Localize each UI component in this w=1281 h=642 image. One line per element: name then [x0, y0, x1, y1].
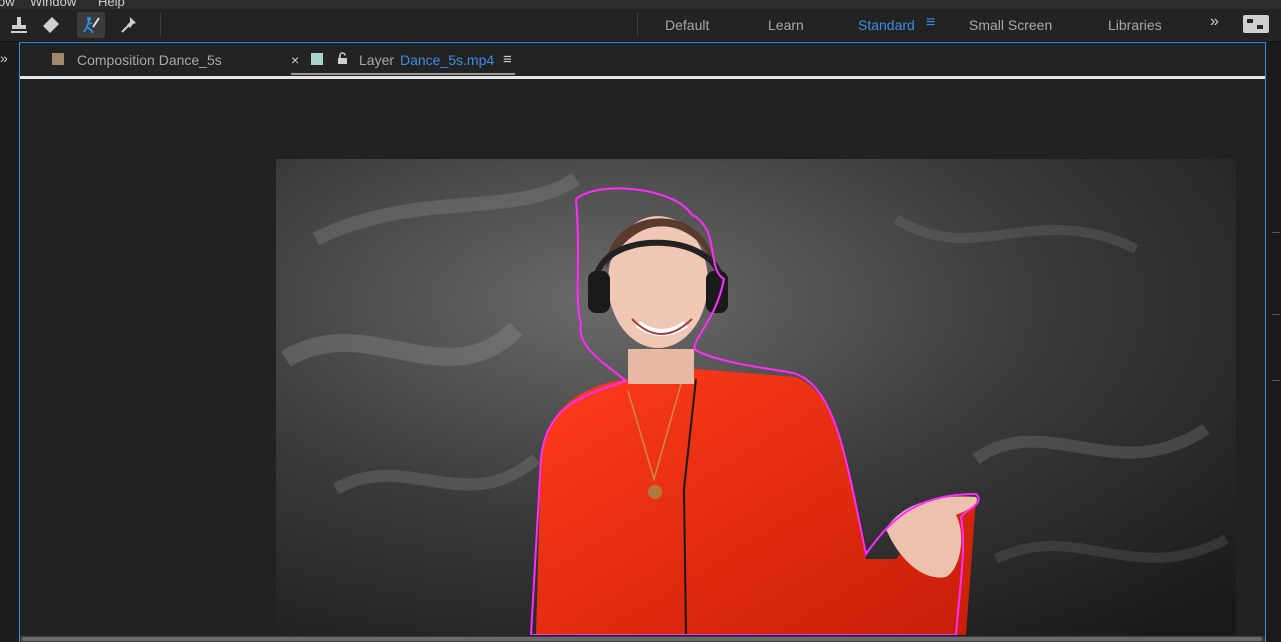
tab-layer-prefix: Layer [359, 52, 395, 68]
layer-viewer[interactable] [20, 80, 1265, 636]
workspace-standard[interactable]: Standard [858, 17, 915, 33]
tab-menu-icon[interactable]: ≡ [503, 51, 512, 68]
workspace-overflow-icon[interactable]: » [1210, 13, 1219, 31]
workspace-separator [637, 13, 638, 37]
puppet-pin-tool-icon [121, 17, 136, 33]
menu-item-help[interactable]: Help [98, 0, 125, 9]
right-panel-edge [1268, 42, 1281, 642]
composition-color-swatch [52, 53, 64, 65]
toolbar-separator [160, 13, 161, 37]
viewer-scrollbar-thumb[interactable] [22, 637, 1262, 641]
eraser-tool-button[interactable] [37, 12, 65, 38]
tab-composition[interactable]: Composition Dance_5s [77, 52, 222, 68]
panel-tabs: Composition Dance_5s × Layer Dance_5s.mp… [20, 43, 1265, 77]
tab-bar-divider [20, 76, 1265, 79]
menu-item-window[interactable]: Window [30, 0, 76, 9]
tools-toolbar: Default Learn Standard ≡ Small Screen Li… [0, 9, 1281, 42]
workspace-menu-icon[interactable]: ≡ [926, 14, 935, 32]
video-frame[interactable] [276, 159, 1236, 635]
clone-stamp-tool-icon [11, 17, 27, 33]
menu-item-window-cropped[interactable]: ow [0, 0, 15, 9]
workspace-default[interactable]: Default [665, 17, 709, 33]
workspace-learn[interactable]: Learn [768, 17, 804, 33]
workspace-libraries[interactable]: Libraries [1108, 17, 1162, 33]
workspace-panel-icon[interactable] [1243, 15, 1269, 33]
video-frame-image [276, 159, 1236, 635]
menu-bar: ow Window Help [0, 0, 1281, 9]
active-tab-indicator [291, 73, 515, 75]
roto-brush-tool-icon [83, 17, 100, 34]
lock-icon[interactable] [337, 52, 348, 68]
puppet-pin-tool-button[interactable] [115, 12, 143, 38]
roto-brush-tool-button[interactable] [77, 12, 105, 38]
expand-panel-chevron-icon[interactable]: » [0, 50, 8, 66]
close-tab-icon[interactable]: × [291, 52, 299, 68]
viewer-scrollbar[interactable] [20, 636, 1265, 642]
clone-stamp-tool-button[interactable] [5, 12, 33, 38]
layer-color-swatch [311, 53, 323, 65]
layer-viewer-panel: Composition Dance_5s × Layer Dance_5s.mp… [19, 42, 1266, 642]
unlock-icon [338, 52, 347, 64]
eraser-tool-icon [43, 17, 59, 33]
tab-layer[interactable]: Dance_5s.mp4 [400, 52, 494, 68]
workspace-small-screen[interactable]: Small Screen [969, 17, 1052, 33]
